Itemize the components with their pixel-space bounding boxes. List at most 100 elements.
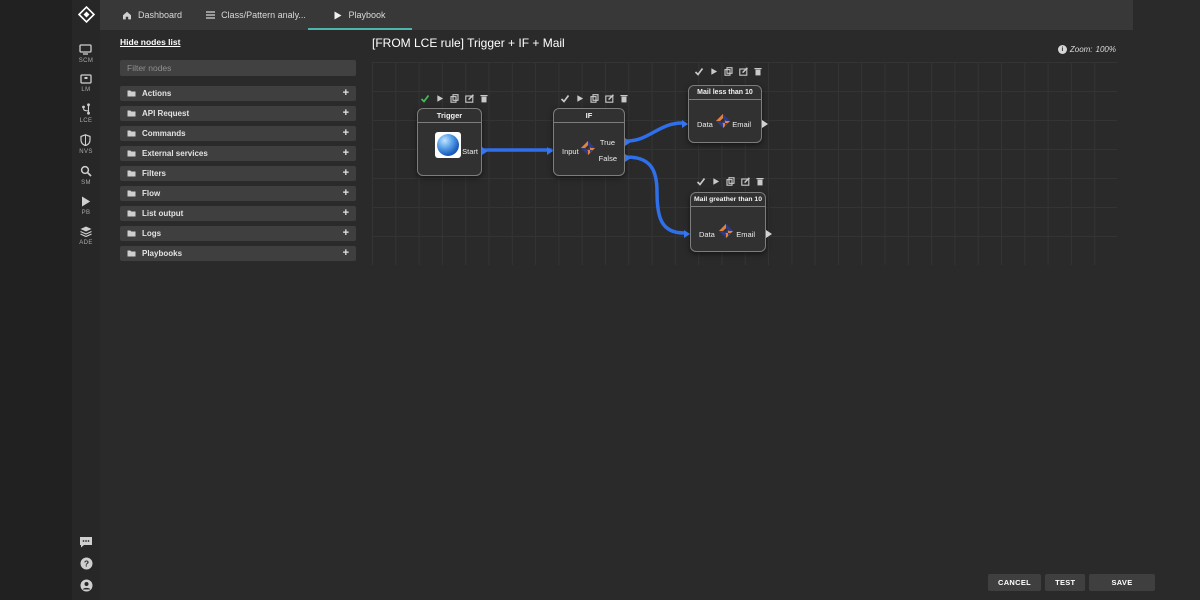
run-icon[interactable] (576, 94, 584, 103)
folder-icon (127, 190, 136, 197)
rail-item-sm[interactable]: SM (80, 165, 92, 186)
rail-item-label: PB (82, 210, 91, 216)
port-email-out[interactable] (762, 120, 768, 128)
expand-plus-icon[interactable]: + (343, 228, 349, 239)
help-icon[interactable]: ? (80, 557, 93, 570)
category-label: Flow (142, 189, 160, 198)
category-label: Logs (142, 229, 161, 238)
port-data-in[interactable] (682, 120, 688, 128)
category-label: External services (142, 149, 208, 158)
test-button[interactable]: TEST (1045, 574, 1085, 591)
category-api-request[interactable]: API Request + (120, 106, 356, 121)
footer-actions: CANCEL TEST SAVE (988, 574, 1155, 591)
rail-footer: ? (79, 536, 93, 600)
expand-plus-icon[interactable]: + (343, 108, 349, 119)
delete-icon[interactable] (620, 94, 628, 103)
category-logs[interactable]: Logs + (120, 226, 356, 241)
category-external-services[interactable]: External services + (120, 146, 356, 161)
rail-item-ade[interactable]: ADE (79, 226, 93, 246)
node-if[interactable]: IF Input True False (553, 108, 625, 176)
play-icon (81, 196, 91, 207)
copy-icon[interactable] (724, 67, 733, 76)
home-icon (122, 11, 132, 20)
category-label: Filters (142, 169, 166, 178)
edit-icon[interactable] (605, 94, 614, 103)
rail-item-scm[interactable]: SCM (79, 44, 94, 64)
account-icon[interactable] (80, 579, 93, 592)
node-toolbar-trigger (420, 94, 488, 103)
rail-item-label: SM (81, 180, 91, 186)
hide-nodes-list-link[interactable]: Hide nodes list (120, 37, 180, 47)
copy-icon[interactable] (590, 94, 599, 103)
expand-plus-icon[interactable]: + (343, 188, 349, 199)
port-email-out[interactable] (766, 230, 772, 238)
edit-icon[interactable] (741, 177, 750, 186)
expand-plus-icon[interactable]: + (343, 168, 349, 179)
category-actions[interactable]: Actions + (120, 86, 356, 101)
run-icon[interactable] (436, 94, 444, 103)
folder-icon (127, 110, 136, 117)
node-toolbar-mail-less (694, 67, 762, 76)
list-icon (206, 11, 215, 19)
layers-icon (80, 226, 92, 237)
save-button[interactable]: SAVE (1089, 574, 1154, 591)
rail-item-lce[interactable]: LCE (80, 103, 93, 124)
rail-item-lm[interactable]: LM (80, 74, 92, 93)
port-data-in[interactable] (684, 230, 690, 238)
copy-icon[interactable] (726, 177, 735, 186)
category-flow[interactable]: Flow + (120, 186, 356, 201)
chat-icon[interactable] (79, 536, 93, 548)
port-start-out[interactable] (482, 147, 488, 155)
copy-icon[interactable] (450, 94, 459, 103)
filter-nodes-input[interactable] (120, 60, 356, 76)
tab-dashboard[interactable]: Dashboard (100, 0, 204, 30)
rail-item-label: ADE (79, 240, 93, 246)
expand-plus-icon[interactable]: + (343, 148, 349, 159)
expand-plus-icon[interactable]: + (343, 88, 349, 99)
folder-icon (127, 150, 136, 157)
rail-item-pb[interactable]: PB (81, 196, 91, 216)
port-false-out[interactable] (625, 154, 631, 162)
cancel-button[interactable]: CANCEL (988, 574, 1041, 591)
node-mail-less-than-10[interactable]: Mail less than 10 Data Email (688, 85, 762, 143)
active-tab-underline (308, 28, 412, 31)
validate-check-icon[interactable] (560, 94, 570, 103)
info-icon: i (1058, 45, 1067, 54)
category-playbooks[interactable]: Playbooks + (120, 246, 356, 261)
validate-check-icon[interactable] (420, 94, 430, 103)
node-title: IF (554, 109, 624, 123)
edit-icon[interactable] (739, 67, 748, 76)
edit-icon[interactable] (465, 94, 474, 103)
tab-label: Playbook (348, 10, 385, 20)
category-filters[interactable]: Filters + (120, 166, 356, 181)
delete-icon[interactable] (480, 94, 488, 103)
branch-icon (81, 103, 92, 115)
category-commands[interactable]: Commands + (120, 126, 356, 141)
category-label: Playbooks (142, 249, 182, 258)
node-toolbar-mail-greater (696, 177, 764, 186)
port-label-start: Start (462, 147, 478, 156)
node-trigger[interactable]: Trigger Start (417, 108, 482, 176)
run-icon[interactable] (710, 67, 718, 76)
rail-item-nvs[interactable]: NVS (79, 134, 93, 155)
validate-check-icon[interactable] (694, 67, 704, 76)
port-label-data: Data (697, 120, 713, 129)
diamond-logo-icon (78, 6, 95, 23)
category-list-output[interactable]: List output + (120, 206, 356, 221)
run-icon[interactable] (712, 177, 720, 186)
expand-plus-icon[interactable]: + (343, 208, 349, 219)
expand-plus-icon[interactable]: + (343, 128, 349, 139)
node-mail-greater-than-10[interactable]: Mail greather than 10 Data Email (690, 192, 766, 252)
tab-class-pattern-analysis[interactable]: Class/Pattern analy... (204, 0, 308, 30)
delete-icon[interactable] (756, 177, 764, 186)
search-icon (80, 165, 92, 177)
port-true-out[interactable] (625, 138, 631, 146)
delete-icon[interactable] (754, 67, 762, 76)
zoom-indicator: i Zoom: 100% (1058, 45, 1116, 54)
validate-check-icon[interactable] (696, 177, 706, 186)
globe-icon (435, 132, 461, 158)
expand-plus-icon[interactable]: + (343, 248, 349, 259)
app-logo[interactable] (78, 6, 95, 28)
port-input-in[interactable] (547, 147, 553, 155)
tab-playbook[interactable]: Playbook (308, 0, 412, 30)
